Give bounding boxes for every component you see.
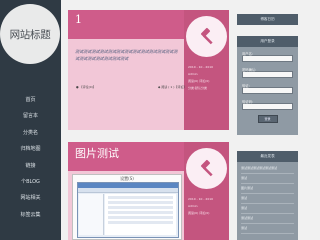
recent-item[interactable]: 图片测试 xyxy=(241,184,294,194)
window-row xyxy=(108,196,173,199)
post-card: 1 2010 - 10 - 2010 Admin 阅读(0) 评论(0) 分类:… xyxy=(68,10,229,130)
post-comment-link[interactable]: ● 【评论(0)】 xyxy=(76,85,96,91)
widget-title: 最近发表 xyxy=(237,151,298,162)
nav-item-blog[interactable]: 个BLOG xyxy=(0,174,61,190)
window-row xyxy=(108,221,173,224)
screenshot-window xyxy=(77,182,179,238)
login-widget: 用户登录 用户名: 密码确认: 验证: 验证码: 登录 xyxy=(237,36,298,135)
nav-item-tags[interactable]: 标签云集 xyxy=(0,207,61,223)
site-title[interactable]: 网站标题 xyxy=(10,27,51,42)
post-author: Admin xyxy=(188,72,198,76)
nav-menu: 首页 留言本 分类名 归档地图 链接 个BLOG 网站相关 标签云集 xyxy=(0,92,61,223)
recent-item[interactable]: 测试测试 xyxy=(241,214,294,224)
recent-item[interactable]: 测试 xyxy=(241,194,294,204)
post-date: 2010 - 10 - 2010 xyxy=(188,197,214,201)
widget-title: 博客日历 xyxy=(237,14,298,25)
post-icon-circle xyxy=(186,148,227,189)
post-author: Admin xyxy=(188,204,198,208)
post-title[interactable]: 1 xyxy=(75,13,82,26)
hammer-icon xyxy=(200,27,213,44)
login-button[interactable]: 登录 xyxy=(257,115,278,123)
recent-item[interactable]: 测试 xyxy=(241,174,294,184)
nav-item-home[interactable]: 首页 xyxy=(0,92,61,108)
window-toolbar xyxy=(78,188,178,193)
nav-item-category[interactable]: 分类名 xyxy=(0,125,61,141)
verify-input[interactable] xyxy=(242,87,293,94)
recent-posts-widget: 最近发表 测试测试测试测试测试测试 测试 图片测试 测试 测试 测试测试 测试 xyxy=(237,151,298,240)
post-date: 2010 - 10 - 2010 xyxy=(188,65,214,69)
post-card: 图片测试 2010 - 10 - 2010 Admin 阅读(0) 评论(0) … xyxy=(68,142,229,240)
post-read-link[interactable]: ◆ 阅读 ( 1 )【评论】 xyxy=(158,85,186,91)
window-row xyxy=(108,201,173,204)
left-navigation: 网站标题 首页 留言本 分类名 归档地图 链接 个BLOG 网站相关 标签云集 xyxy=(0,0,61,240)
nav-item-site[interactable]: 网站相关 xyxy=(0,190,61,206)
window-row xyxy=(108,211,173,214)
window-row xyxy=(108,216,173,219)
window-content xyxy=(105,194,176,235)
form-group: 密码确认: xyxy=(242,67,293,78)
calendar-widget: 博客日历 xyxy=(237,14,298,25)
post-icon-circle xyxy=(186,16,227,57)
recent-item[interactable]: 测试 xyxy=(241,224,294,234)
password-input[interactable] xyxy=(242,71,293,78)
username-input[interactable] xyxy=(242,55,293,62)
nav-item-archive[interactable]: 归档地图 xyxy=(0,141,61,157)
hammer-icon xyxy=(200,159,213,176)
form-group: 验证码: xyxy=(242,99,293,110)
post-count: 阅读(0) 评论(0) xyxy=(188,211,210,215)
post-title-bar: 1 xyxy=(68,10,184,39)
widget-title: 用户登录 xyxy=(237,36,298,47)
window-sidebar xyxy=(79,194,104,235)
post-category[interactable]: 分类:默认分类 xyxy=(188,86,207,90)
post-body: 测试测试测试测试测试测试测试测试测试测试测试测试测试测试测试测试测试测试测试 xyxy=(75,49,178,61)
post-title[interactable]: 图片测试 xyxy=(75,145,119,161)
login-form: 用户名: 密码确认: 验证: 验证码: 登录 xyxy=(237,47,298,127)
site-logo[interactable]: 网站标题 xyxy=(0,4,60,64)
recent-item[interactable]: 测试 xyxy=(241,204,294,214)
nav-item-guestbook[interactable]: 留言本 xyxy=(0,108,61,124)
recent-item[interactable]: 测试测试测试测试测试测试 xyxy=(241,164,294,174)
window-row xyxy=(108,206,173,209)
recent-list: 测试测试测试测试测试测试 测试 图片测试 测试 测试 测试测试 测试 xyxy=(237,162,298,236)
captcha-input[interactable] xyxy=(242,103,293,110)
post-image[interactable]: 设置(S) xyxy=(72,174,182,240)
form-group: 验证: xyxy=(242,83,293,94)
form-group: 用户名: xyxy=(242,51,293,62)
post-title-bar: 图片测试 xyxy=(68,142,184,171)
nav-item-links[interactable]: 链接 xyxy=(0,158,61,174)
post-count: 阅读(0) 评论(0) xyxy=(188,79,210,83)
